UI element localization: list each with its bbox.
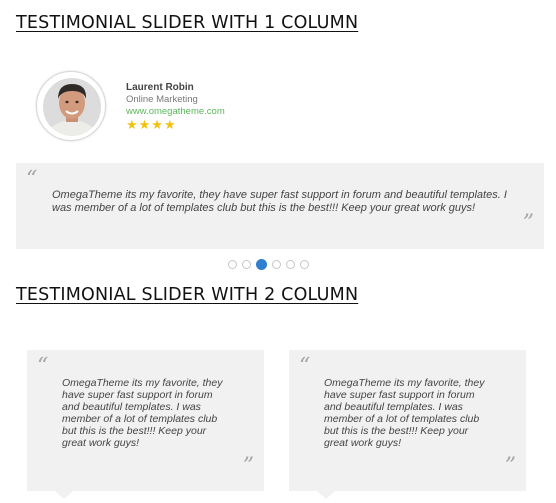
testimonial-text: OmegaTheme its my favorite, they have su… [62,377,223,449]
slider-pagination [228,259,309,270]
testimonial-card: “ OmegaTheme its my favorite, they have … [289,350,526,499]
testimonial-quote-box: “ OmegaTheme its my favorite, they have … [16,163,544,249]
quote-open-icon: “ [26,167,38,192]
quote-close-icon: ” [522,211,534,236]
avatar [36,71,106,141]
slider-dot-5[interactable] [286,260,295,269]
quote-close-icon: ” [242,454,254,479]
author-info: Laurent Robin Online Marketing www.omega… [126,82,225,132]
section-title-two-column: TESTIMONIAL SLIDER WITH 2 COLUMN [16,285,359,305]
slider-dot-3[interactable] [256,259,267,270]
star-rating-icon: ★★★★ [126,117,177,132]
quote-close-icon: ” [504,454,516,479]
author-name: Laurent Robin [126,82,194,93]
testimonial-text: OmegaTheme its my favorite, they have su… [52,189,507,214]
person-photo-icon [40,75,104,139]
testimonial-card: “ OmegaTheme its my favorite, they have … [27,350,264,499]
testimonial-text: OmegaTheme its my favorite, they have su… [324,377,485,449]
section-title-one-column: TESTIMONIAL SLIDER WITH 1 COLUMN [16,13,359,33]
slider-dot-6[interactable] [300,260,309,269]
slider-dot-1[interactable] [228,260,237,269]
slider-dot-2[interactable] [242,260,251,269]
quote-open-icon: “ [37,354,49,379]
author-role: Online Marketing [126,94,198,105]
quote-open-icon: “ [299,354,311,379]
slider-dot-4[interactable] [272,260,281,269]
